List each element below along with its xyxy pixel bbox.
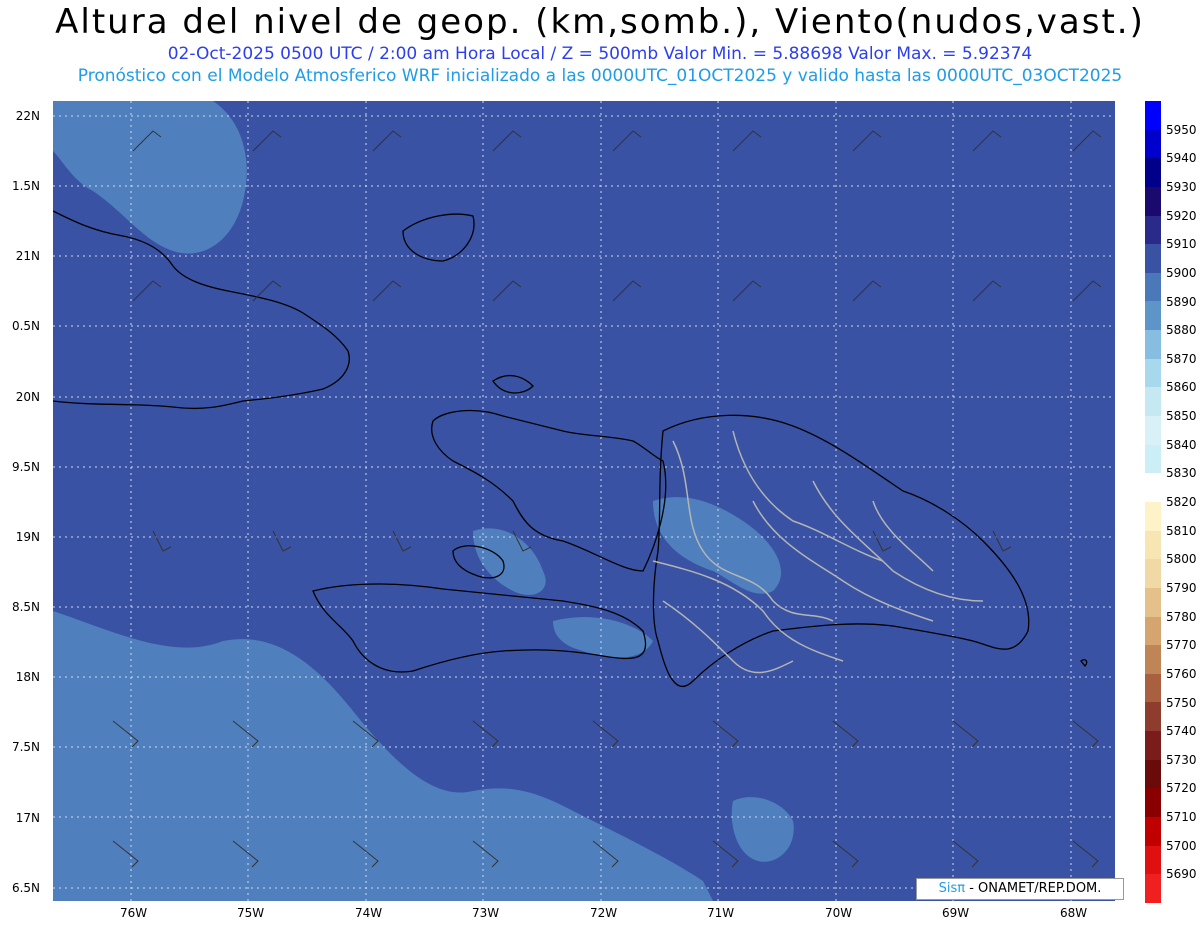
legend-label: 5890	[1166, 294, 1197, 309]
lon-label-70w: 70W	[825, 906, 853, 920]
legend-swatch	[1145, 215, 1161, 245]
legend-swatch	[1145, 616, 1161, 646]
lon-label-73w: 73W	[472, 906, 500, 920]
legend-label: 5700	[1166, 838, 1197, 853]
legend-swatch	[1145, 301, 1161, 331]
legend-swatch	[1145, 702, 1161, 732]
lat-label-19-5n: 9.5N	[11, 460, 40, 474]
legend-swatch	[1145, 759, 1161, 789]
legend-swatch	[1145, 817, 1161, 846]
map-panel	[52, 101, 1115, 901]
legend-label: 5780	[1166, 609, 1197, 624]
credit-box: Sisπ - ONAMET/REP.DOM.	[916, 878, 1124, 900]
legend-swatch	[1145, 101, 1161, 130]
legend-label: 5950	[1166, 122, 1197, 137]
legend-swatch	[1145, 387, 1161, 417]
lon-label-69w: 69W	[942, 906, 970, 920]
legend-swatch	[1145, 186, 1161, 216]
legend-label: 5830	[1166, 466, 1197, 481]
legend-label: 5800	[1166, 552, 1197, 567]
legend-swatch	[1145, 731, 1161, 760]
legend-label: 5870	[1166, 351, 1197, 366]
legend-label: 5900	[1166, 265, 1197, 280]
lon-label-75w: 75W	[237, 906, 265, 920]
map-title: Altura del nivel de geop. (km,somb.), Vi…	[55, 2, 1145, 42]
legend-swatch	[1145, 158, 1161, 187]
color-legend-bar	[1145, 101, 1161, 903]
lat-label-21n: 21N	[15, 249, 40, 263]
lat-label-18-5n: 8.5N	[11, 600, 40, 614]
legend-swatch	[1145, 272, 1161, 302]
legend-swatch	[1145, 587, 1161, 617]
legend-swatch	[1145, 244, 1161, 273]
lon-label-71w: 71W	[707, 906, 735, 920]
legend-label: 5860	[1166, 380, 1197, 395]
legend-swatch	[1145, 788, 1161, 818]
lat-label-19n: 19N	[15, 530, 40, 544]
legend-label: 5810	[1166, 523, 1197, 538]
legend-label: 5690	[1166, 867, 1197, 882]
legend-label: 5770	[1166, 638, 1197, 653]
valid-time-subtitle: 02-Oct-2025 0500 UTC / 2:00 am Hora Loca…	[167, 44, 1033, 64]
legend-swatch	[1145, 416, 1161, 445]
legend-label: 5840	[1166, 437, 1197, 452]
legend-label: 5880	[1166, 323, 1197, 338]
lat-label-22n: 22N	[15, 109, 40, 123]
legend-label: 5920	[1166, 208, 1197, 223]
credit-brand: Sisπ	[938, 881, 966, 896]
legend-label: 5820	[1166, 495, 1197, 509]
lon-label-72w: 72W	[590, 906, 618, 920]
legend-swatch	[1145, 358, 1161, 388]
legend-swatch	[1145, 845, 1161, 875]
lat-label-20-5n: 0.5N	[11, 319, 40, 333]
model-info-line: Pronóstico con el Modelo Atmosferico WRF…	[77, 66, 1123, 86]
legend-swatch	[1145, 330, 1161, 359]
legend-swatch	[1145, 444, 1161, 474]
legend-label: 5740	[1166, 724, 1197, 739]
lon-label-76w: 76W	[120, 906, 148, 920]
legend-swatch	[1145, 673, 1161, 703]
lat-label-21-5n: 1.5N	[11, 179, 40, 193]
lat-label-16-5n: 6.5N	[11, 881, 40, 895]
legend-label: 5710	[1166, 810, 1197, 825]
legend-swatch	[1145, 473, 1161, 502]
legend-swatch	[1145, 501, 1161, 531]
legend-label: 5750	[1166, 695, 1197, 710]
legend-swatch	[1145, 559, 1161, 588]
legend-label: 5930	[1166, 179, 1197, 194]
lat-label-17-5n: 7.5N	[11, 740, 40, 754]
credit-text: - ONAMET/REP.DOM.	[969, 881, 1102, 896]
legend-label: 5730	[1166, 752, 1197, 767]
lat-label-17n: 17N	[15, 811, 40, 825]
legend-label: 5910	[1166, 237, 1197, 252]
legend-swatch	[1145, 645, 1161, 674]
legend-label: 5720	[1166, 781, 1197, 796]
legend-label: 5850	[1166, 409, 1197, 424]
lat-label-18n: 18N	[15, 670, 40, 684]
legend-swatch	[1145, 874, 1161, 903]
lon-label-68w: 68W	[1060, 906, 1088, 920]
legend-label: 5760	[1166, 666, 1197, 681]
lat-label-20n: 20N	[15, 390, 40, 404]
legend-label: 5940	[1166, 151, 1197, 166]
geopotential-map	[52, 101, 1115, 901]
legend-swatch	[1145, 530, 1161, 560]
legend-label: 5790	[1166, 580, 1197, 595]
legend-swatch	[1145, 129, 1161, 159]
lon-label-74w: 74W	[355, 906, 383, 920]
